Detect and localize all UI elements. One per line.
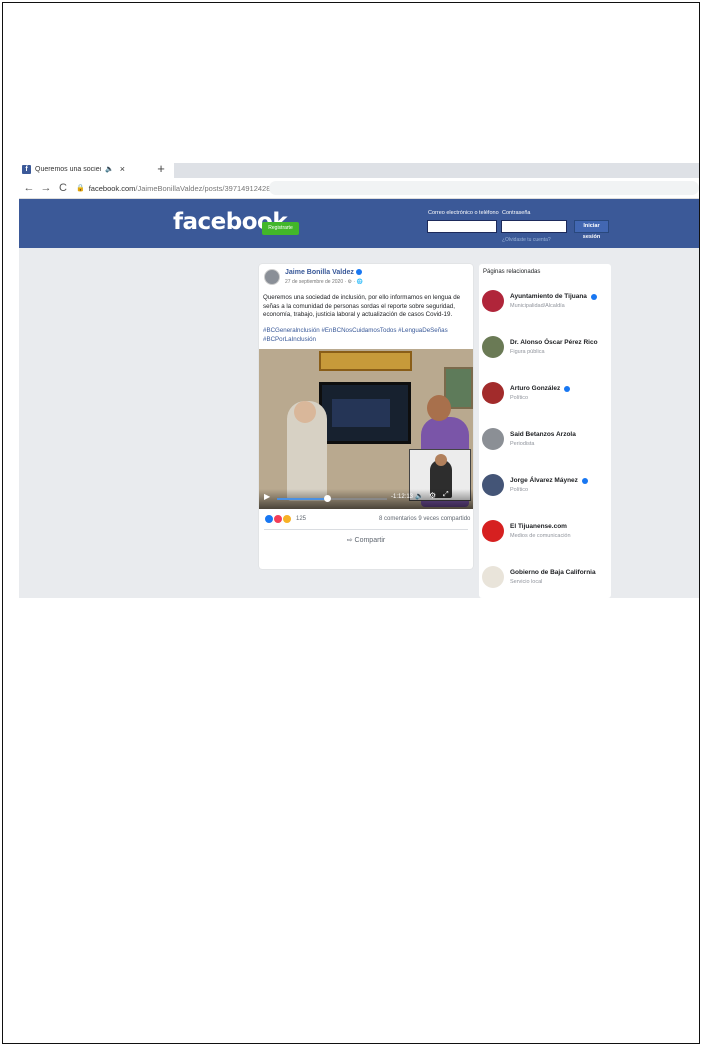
page-category: Figura pública [510, 349, 545, 355]
back-arrow-icon[interactable]: ← [22, 182, 36, 194]
share-button[interactable]: ⇨ Compartir [259, 536, 473, 544]
page-avatar[interactable] [482, 520, 504, 542]
reactions-summary[interactable]: 125 [264, 514, 306, 524]
lock-icon: 🔒 [76, 185, 85, 192]
page-category: Medios de comunicación [510, 533, 571, 539]
page-name[interactable]: Arturo González [510, 385, 560, 392]
speaker-head [294, 401, 316, 423]
reload-icon[interactable]: C [56, 182, 70, 194]
play-icon[interactable]: ▶ [264, 492, 270, 501]
related-pages-panel: Páginas relacionadas Ayuntamiento de Tij… [479, 264, 611, 598]
new-tab-button[interactable]: + [154, 161, 168, 177]
browser-tab[interactable]: f Queremos una sociedad de 🔈 × [19, 160, 149, 178]
video-progress-bar[interactable] [277, 495, 387, 502]
related-page-item[interactable]: Dr. Alonso Óscar Pérez Rico Figura públic… [482, 334, 610, 368]
related-page-item[interactable]: Arturo González Político [482, 380, 610, 414]
video-progress-fill [277, 498, 327, 500]
close-tab-icon[interactable]: × [120, 164, 125, 174]
page-category: Político [510, 487, 529, 493]
email-label: Correo electrónico o teléfono [428, 210, 499, 216]
tab-strip-background [174, 163, 699, 178]
page-avatar[interactable] [482, 566, 504, 588]
page-avatar[interactable] [482, 428, 504, 450]
related-page-item[interactable]: Jorge Álvarez Máynez Político [482, 472, 610, 506]
verified-badge-icon [355, 269, 362, 276]
register-button[interactable]: Registrarte [262, 222, 299, 235]
tab-title: Queremos una sociedad de [35, 165, 101, 173]
login-button[interactable]: Iniciar sesión [574, 220, 609, 240]
page-avatar[interactable] [482, 336, 504, 358]
comments-shares-count[interactable]: 8 comentarios 9 veces compartido [379, 516, 470, 522]
painting-image [319, 351, 412, 371]
page-name[interactable]: Said Betanzos Arzola [510, 431, 576, 438]
page-name[interactable]: Dr. Alonso Óscar Pérez Rico [510, 339, 598, 346]
url-path: /JaimeBonillaValdez/posts/39714912428670… [135, 183, 292, 193]
post-text: Queremos una sociedad de inclusión, por … [263, 294, 461, 318]
related-page-item[interactable]: Ayuntamiento de Tijuana Municipalidad/Alc… [482, 288, 610, 322]
page-name[interactable]: Jorge Álvarez Máynez [510, 477, 578, 484]
screenshot: f Queremos una sociedad de 🔈 × + ← → C 🔒… [19, 160, 699, 598]
page-avatar[interactable] [482, 474, 504, 496]
page-category: Servicio local [510, 579, 543, 585]
video-player[interactable]: ▶ -1:12:13 🔈 ⚙ ⤢ [259, 349, 473, 509]
page-name[interactable]: Ayuntamiento de Tijuana [510, 293, 587, 300]
url-host: facebook.com [88, 183, 136, 193]
page-avatar[interactable] [482, 382, 504, 404]
page-category: Político [510, 395, 529, 401]
tv-image [319, 382, 411, 444]
page-name[interactable]: Gobierno de Baja California [510, 569, 596, 576]
address-bar-extension [269, 181, 699, 195]
second-person-head [427, 395, 451, 421]
post-card: Jaime Bonilla Valdez 27 de septiembre de… [259, 264, 473, 569]
reaction-count: 125 [296, 516, 307, 522]
forward-arrow-icon[interactable]: → [39, 182, 53, 194]
password-input[interactable] [501, 220, 567, 233]
author-avatar[interactable] [264, 269, 280, 285]
settings-gear-icon[interactable]: ⚙ [429, 491, 436, 500]
page-name[interactable]: El Tijuanense.com [510, 523, 567, 530]
share-label: Compartir [354, 537, 386, 544]
post-hashtags[interactable]: #BCGeneralnclusión #EnBCNosCuidamosTodos… [263, 327, 469, 344]
url-field[interactable]: facebook.com/JaimeBonillaValdez/posts/39… [89, 184, 292, 193]
author-name: Jaime Bonilla Valdez [285, 269, 354, 276]
related-page-item[interactable]: Said Betanzos Arzola Periodista [482, 426, 610, 460]
related-pages-title: Páginas relacionadas [483, 269, 541, 275]
fullscreen-icon[interactable]: ⤢ [443, 491, 449, 499]
related-page-item[interactable]: Gobierno de Baja California Servicio loca… [482, 564, 610, 598]
post-date[interactable]: 27 de septiembre de 2020 · ⚙ · 🌐 [285, 279, 363, 285]
page-avatar[interactable] [482, 290, 504, 312]
share-icon: ⇨ [346, 537, 355, 544]
page-category: Municipalidad/Alcaldía [510, 303, 565, 309]
volume-icon[interactable]: 🔈 [415, 492, 424, 500]
verified-badge-icon [582, 478, 588, 484]
wow-reaction-icon [282, 514, 292, 524]
post-author[interactable]: Jaime Bonilla Valdez [285, 269, 362, 276]
facebook-header: facebook Registrarte Correo electrónico … [19, 199, 699, 248]
password-label: Contraseña [502, 210, 531, 216]
speaker-icon[interactable]: 🔈 [105, 165, 114, 173]
related-page-item[interactable]: El Tijuanense.com Medios de comunicación [482, 518, 610, 552]
email-input[interactable] [427, 220, 497, 233]
page-category: Periodista [510, 441, 535, 447]
video-scrub-handle[interactable] [323, 495, 331, 502]
verified-badge-icon [564, 386, 570, 392]
divider [264, 529, 468, 530]
verified-badge-icon [591, 294, 597, 300]
forgot-account-link[interactable]: ¿Olvidaste tu cuenta? [502, 237, 551, 243]
video-time-remaining: -1:12:13 [391, 494, 414, 500]
browser-tab-bar: f Queremos una sociedad de 🔈 × + [19, 160, 699, 178]
facebook-favicon-icon: f [22, 164, 31, 174]
